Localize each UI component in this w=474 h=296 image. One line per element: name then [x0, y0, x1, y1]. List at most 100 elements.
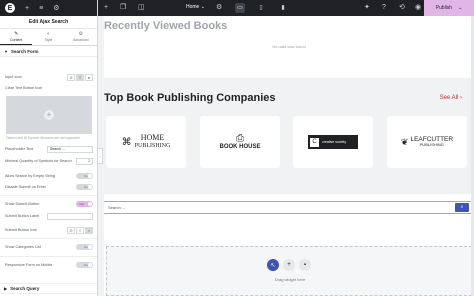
section-search-query-label: Search Query [10, 286, 40, 291]
folder-icon: ▪ [303, 262, 307, 268]
browser-support-note: Flatiron and fill Explorer Browsers are … [6, 136, 80, 140]
help-icon[interactable]: ? [382, 4, 386, 11]
responsive-row: Responsive Form on Mobile No [0, 262, 97, 268]
publish-button[interactable]: Publish ⌄ [424, 0, 474, 16]
tab-style-label: Style [44, 38, 53, 42]
c-logo-icon: C [310, 137, 319, 147]
template-library-button[interactable]: ▪ [299, 259, 311, 271]
printer-logo-icon: ⎙ [236, 133, 244, 145]
chevron-down-icon: ⌄ [458, 5, 463, 11]
publishers-section: Top Book Publishing Companies See All › … [104, 78, 474, 194]
publisher-card[interactable]: C creative society [293, 116, 373, 168]
editor-panel: E + ≡ ⚙ Edit Ajax Search ✎ Content ◐ Style… [0, 0, 98, 296]
search-icon: ⌕ [460, 204, 464, 210]
plus-icon: + [287, 262, 291, 268]
disable-enter-row: Disable Submit on Enter No [0, 184, 97, 190]
responsive-label: Responsive Form on Mobile [5, 262, 53, 267]
responsive-toggle[interactable]: No [76, 262, 93, 268]
elementor-logo[interactable]: E [5, 3, 15, 13]
see-all-link[interactable]: See All › [440, 95, 462, 101]
show-categories-toggle[interactable]: No [76, 244, 93, 250]
publisher-logo-text: LEAFCUTTER PUBLISHING [410, 136, 453, 148]
drop-zone-actions: ↖ + ▪ [267, 259, 311, 271]
see-all-label: See All [439, 95, 459, 101]
tab-content-label: Content [10, 37, 23, 42]
submit-label-input[interactable] [47, 213, 93, 220]
structure-icon[interactable]: ≡ [39, 5, 43, 12]
tab-advanced[interactable]: ⚙ Advanced [65, 29, 97, 45]
library-icon-option[interactable]: ● [85, 74, 93, 81]
placeholder-input[interactable]: Search ... [47, 146, 93, 153]
desktop-view-button[interactable]: ▭ [235, 3, 245, 13]
submit-icon-row: Submit Button Icon ⊘ ⇪ ⌕ [0, 227, 97, 234]
settings-icon[interactable]: ⚙ [216, 4, 222, 11]
ai-button[interactable]: ↖ [267, 259, 279, 271]
upload-icon-option[interactable]: ⇪ [76, 74, 84, 81]
structure-icon[interactable]: ◫ [138, 4, 145, 11]
caret-down-icon: ▼ [4, 48, 8, 54]
add-section-button[interactable]: + [283, 259, 295, 271]
half-circle-icon: ◐ [46, 31, 50, 37]
add-icon[interactable]: + [104, 4, 108, 11]
submit-icon-chooser: ⊘ ⇪ ⌕ [67, 227, 93, 234]
caret-right-icon: ▶ [4, 286, 8, 291]
publish-label: Publish [435, 5, 453, 11]
arrow-right-icon: › [460, 95, 462, 101]
recently-viewed-heading: Recently Viewed Books [104, 20, 228, 32]
collapse-panel-button[interactable]: ‹ [98, 148, 103, 164]
section-search-query[interactable]: ▶ Search Query [0, 283, 97, 294]
search-button[interactable]: ⌕ [455, 203, 469, 212]
panel-header: E + ≡ ⚙ [0, 0, 97, 16]
tablet-view-button[interactable]: ▯ [256, 3, 266, 13]
disable-enter-toggle[interactable]: No [76, 184, 93, 190]
page-selector[interactable]: Home ⌄ [186, 4, 205, 10]
tools-icon[interactable]: ✦ [364, 4, 370, 11]
layers-icon[interactable]: ❐ [120, 4, 126, 11]
add-element-icon[interactable]: + [25, 5, 29, 12]
show-submit-toggle[interactable]: Yes [76, 201, 93, 207]
section-search-form[interactable]: ▼ Search Form [0, 46, 97, 57]
submit-icon-label: Submit Button Icon [5, 228, 38, 233]
divider [0, 238, 97, 239]
min-symbols-input[interactable]: 2 [76, 158, 93, 165]
publisher-subtitle: PUBLISHING [419, 142, 444, 148]
no-icon-option[interactable]: ⊘ [67, 74, 75, 81]
section-search-form-label: Search Form [10, 48, 39, 54]
show-submit-row: Show Submit Button Yes [0, 201, 97, 207]
publishers-heading: Top Book Publishing Companies [104, 92, 276, 104]
allow-empty-label: Allow Search by Empty String [5, 173, 56, 178]
divider [0, 195, 97, 196]
clear-icon-row: Clear Text Button Icon [0, 86, 97, 91]
divider [0, 256, 97, 257]
publisher-card[interactable]: ⌘ HOME PUBLISHING [106, 116, 186, 168]
no-data-message: No data was found [272, 44, 306, 49]
ajax-search-widget: Search ... ⌕ [104, 201, 472, 214]
panel-title: Edit Ajax Search [0, 16, 97, 29]
no-icon-option[interactable]: ⊘ [67, 227, 75, 234]
tab-content[interactable]: ✎ Content [0, 29, 33, 45]
publisher-card[interactable]: ❦ LEAFCUTTER PUBLISHING [387, 116, 467, 168]
creative-society-logo: C creative society [308, 135, 358, 149]
mobile-view-button[interactable]: ▮ [278, 3, 288, 13]
leaf-logo-icon: ❦ [400, 136, 409, 147]
history-icon[interactable]: ⟲ [399, 4, 405, 11]
settings-icon[interactable]: ⚙ [53, 5, 59, 12]
tab-advanced-label: Advanced [73, 38, 89, 42]
submit-label-label: Submit Button Label [5, 214, 40, 219]
top-bar: + ❐ ◫ Home ⌄ ⚙ ▭ ▯ ▮ ✦ ? ⟲ ◉ Publish ⌄ [98, 0, 474, 16]
drop-zone[interactable]: ↖ + ▪ Drag widget here [106, 246, 472, 296]
publisher-card[interactable]: ⎙ BOOK HOUSE [200, 116, 280, 168]
media-upload-box[interactable]: + [6, 96, 92, 134]
submit-label-row: Submit Button Label [0, 213, 97, 220]
upload-icon-option[interactable]: ⇪ [76, 227, 84, 234]
disable-enter-label: Disable Submit on Enter [5, 184, 46, 189]
preview-icon[interactable]: ◉ [415, 4, 421, 11]
min-symbols-label: Minimal Quantity of Symbols for Search [5, 159, 72, 164]
tab-style[interactable]: ◐ Style [32, 29, 64, 45]
panel-tabs: ✎ Content ◐ Style ⚙ Advanced [0, 29, 97, 46]
allow-empty-toggle[interactable]: No [76, 173, 93, 179]
search-input[interactable]: Search ... [104, 202, 455, 213]
publisher-name: HOME [140, 133, 165, 143]
search-icon-option[interactable]: ⌕ [85, 227, 93, 234]
add-media-icon: + [44, 110, 54, 120]
